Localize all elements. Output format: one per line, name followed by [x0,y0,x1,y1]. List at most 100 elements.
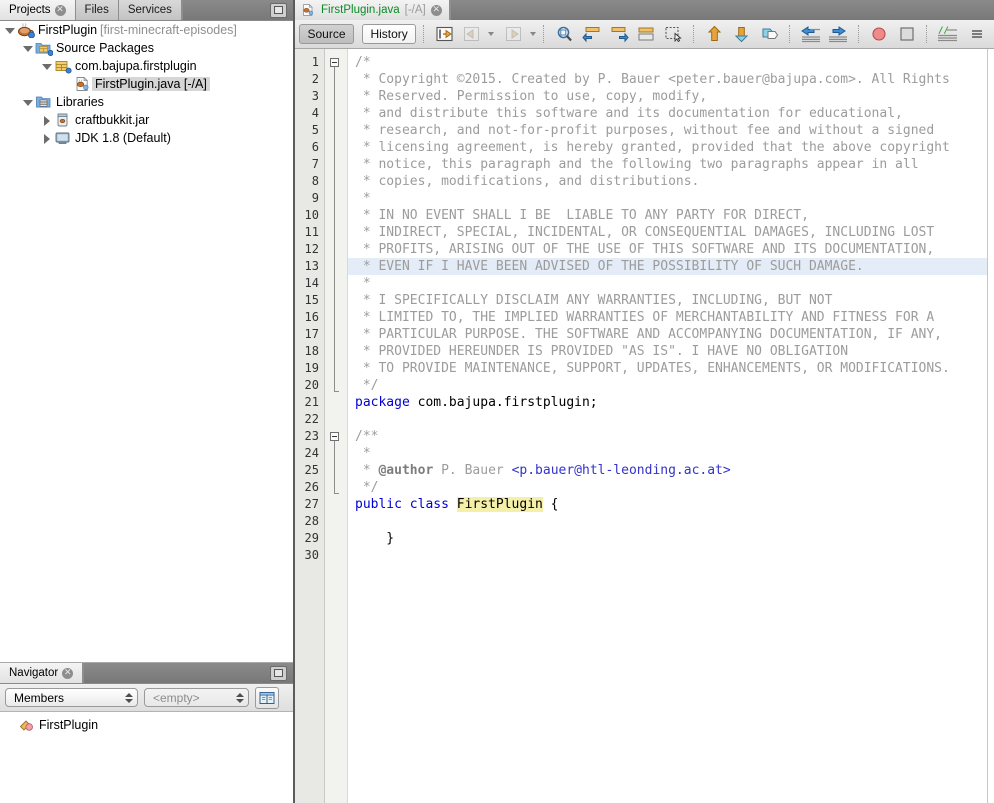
window-tab-services[interactable]: Services [118,0,182,20]
chevron-right-icon[interactable] [41,115,52,126]
code-line[interactable]: /** [348,428,994,445]
code-line[interactable]: * PROVIDED HEREUNDER IS PROVIDED "AS IS"… [348,343,994,360]
code-line[interactable]: * [348,190,994,207]
code-token: package [355,395,410,410]
code-line[interactable]: * IN NO EVENT SHALL I BE LIABLE TO ANY P… [348,207,994,224]
tree-row-jdk[interactable]: JDK 1.8 (Default) [0,129,293,147]
code-line[interactable] [348,547,994,564]
code-line[interactable] [348,411,994,428]
code-line[interactable]: * EVEN IF I HAVE BEEN ADVISED OF THE POS… [348,258,994,275]
code-line[interactable]: * notice, this paragraph and the followi… [348,156,994,173]
tree-row-libraries[interactable]: Libraries [0,93,293,111]
minimize-window-icon[interactable] [270,665,287,681]
chevron-down-icon[interactable] [22,97,33,108]
tree-row-project[interactable]: FirstPlugin [first-minecraft-episodes] [0,21,293,39]
chevron-right-icon[interactable] [41,133,52,144]
chevron-down-icon[interactable] [22,43,33,54]
tab-source[interactable]: Source [299,24,354,44]
code-line[interactable]: * I SPECIFICALLY DISCLAIM ANY WARRANTIES… [348,292,994,309]
tree-label-source-packages: Source Packages [56,41,154,55]
minimize-window-icon[interactable] [270,2,287,18]
tree-row-craftbukkit-jar[interactable]: craftbukkit.jar [0,111,293,129]
shift-right-icon[interactable] [826,22,851,46]
navigator-scope-select[interactable]: Members [5,688,138,707]
code-line[interactable]: * @author P. Bauer <p.bauer@htl-leonding… [348,462,994,479]
java-file-icon [76,76,89,91]
toolbar-overflow-icon[interactable] [965,22,990,46]
explorer-tabstrip: Projects ✕ Files Services [0,0,293,21]
code-line[interactable]: * LIMITED TO, THE IMPLIED WARRANTIES OF … [348,309,994,326]
toggle-bookmark-icon[interactable] [757,22,782,46]
back-icon[interactable] [460,22,485,46]
fold-collapse-icon[interactable] [330,58,339,67]
line-number: 18 [304,344,319,358]
editor-tab-firstplugin-java[interactable]: FirstPlugin.java [-/A] ✕ [295,0,450,20]
close-icon[interactable]: ✕ [430,4,442,16]
code-line[interactable]: /* [348,54,994,71]
navigator-filter-select[interactable]: <empty> [144,688,249,707]
code-line[interactable]: } [348,530,994,547]
code-line[interactable]: * copies, modifications, and distributio… [348,173,994,190]
previous-bookmark-icon[interactable] [702,22,727,46]
navigator-panel: Navigator ✕ Members <empty> FirstPlugin [0,662,293,803]
code-line[interactable]: */ [348,479,994,496]
list-item[interactable]: FirstPlugin [0,716,293,734]
filters-icon[interactable] [255,686,279,709]
toggle-rectangular-select-icon[interactable] [661,22,686,46]
code-line[interactable]: * [348,275,994,292]
code-line[interactable] [348,513,994,530]
projects-tree[interactable]: FirstPlugin [first-minecraft-episodes] S… [0,21,293,659]
navigator-filter-value: <empty> [153,690,200,705]
code-line[interactable]: * PARTICULAR PURPOSE. THE SOFTWARE AND A… [348,326,994,343]
code-line[interactable]: * research, and not-for-profit purposes,… [348,122,994,139]
code-line[interactable]: * PROFITS, ARISING OUT OF THE USE OF THI… [348,241,994,258]
chevron-down-icon[interactable] [41,61,52,72]
tree-row-source-packages[interactable]: Source Packages [0,39,293,57]
line-number: 24 [304,446,319,460]
code-line[interactable]: * licensing agreement, is hereby granted… [348,139,994,156]
code-line[interactable]: * INDIRECT, SPECIAL, INCIDENTAL, OR CONS… [348,224,994,241]
code-token: * TO PROVIDE MAINTENANCE, SUPPORT, UPDAT… [355,361,950,376]
next-bookmark-icon[interactable] [730,22,755,46]
source-code-text[interactable]: /* * Copyright ©2015. Created by P. Baue… [348,49,994,803]
find-next-icon[interactable] [607,22,632,46]
forward-icon[interactable] [502,22,527,46]
start-macro-recording-icon[interactable] [867,22,892,46]
code-line[interactable]: * TO PROVIDE MAINTENANCE, SUPPORT, UPDAT… [348,360,994,377]
fold-range-end [334,493,339,494]
fold-collapse-icon[interactable] [330,432,339,441]
chevron-down-icon[interactable] [530,32,537,36]
close-icon[interactable]: ✕ [62,667,74,679]
window-tab-projects[interactable]: Projects ✕ [0,0,76,20]
tree-row-package[interactable]: com.bajupa.firstplugin [0,57,293,75]
toggle-highlight-search-icon[interactable] [634,22,659,46]
navigator-members-list[interactable]: FirstPlugin [0,712,293,734]
tree-row-java-file[interactable]: FirstPlugin.java [-/A] [0,75,293,93]
code-editor[interactable]: 1 2 3 4 5 6 7 8 9 10 11 12 13 14 15 16 17 18 19 20 21 22 23 24 2… [295,49,994,803]
toolbar-separator [789,25,791,43]
shift-left-icon[interactable] [798,22,823,46]
find-previous-icon[interactable] [579,22,604,46]
code-line[interactable]: * Reserved. Permission to use, copy, mod… [348,88,994,105]
tab-history[interactable]: History [361,24,417,44]
window-tab-files[interactable]: Files [75,0,119,20]
line-number: 13 [304,259,319,273]
code-line[interactable]: * and distribute this software and its d… [348,105,994,122]
code-line[interactable]: * Copyright ©2015. Created by P. Bauer <… [348,71,994,88]
code-line[interactable]: public class FirstPlugin { [348,496,994,513]
code-line[interactable]: package com.bajupa.firstplugin; [348,394,994,411]
tab-source-label: Source [307,27,346,41]
code-token: } [355,531,395,546]
toggle-rectangular-selection-icon[interactable] [432,22,457,46]
code-line[interactable]: */ [348,377,994,394]
chevron-down-icon[interactable] [4,25,15,36]
close-icon[interactable]: ✕ [54,4,66,16]
chevron-down-icon[interactable] [487,32,494,36]
window-tab-navigator[interactable]: Navigator ✕ [0,663,84,683]
stop-macro-recording-icon[interactable] [894,22,919,46]
navigator-member-label: FirstPlugin [39,718,99,732]
comment-icon[interactable]: // [935,22,960,46]
code-fold-gutter[interactable] [325,49,348,803]
code-line[interactable]: * [348,445,994,462]
find-selection-icon[interactable] [552,22,577,46]
